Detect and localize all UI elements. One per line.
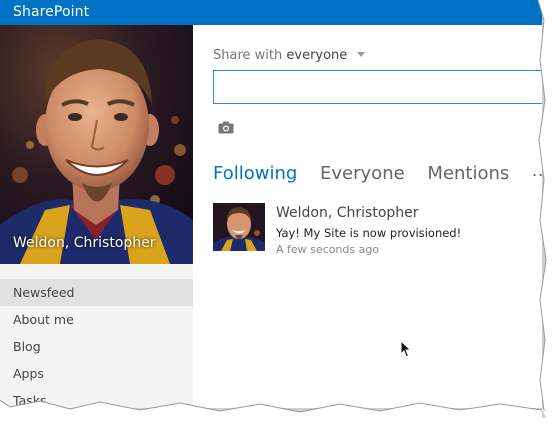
- profile-portrait-image: [0, 25, 193, 264]
- main-content: Share with everyone Following Everyone M…: [193, 25, 542, 408]
- feed-tabs: Following Everyone Mentions ...: [213, 161, 542, 184]
- suite-bar: SharePoint: [0, 0, 542, 25]
- tab-following[interactable]: Following: [213, 163, 297, 184]
- avatar[interactable]: [213, 203, 265, 251]
- profile-photo[interactable]: Weldon, Christopher: [0, 25, 193, 264]
- feed-timestamp[interactable]: A few seconds ago: [276, 243, 379, 256]
- cursor-icon: [400, 339, 412, 362]
- nav-item-apps[interactable]: Apps: [0, 360, 193, 387]
- share-prefix-label: Share with: [213, 48, 283, 63]
- camera-icon[interactable]: [218, 119, 234, 138]
- sharepoint-window: SharePoint Weldon, Christopher Newsfeed …: [0, 0, 542, 408]
- app-brand[interactable]: SharePoint: [13, 4, 89, 20]
- more-options-icon[interactable]: ...: [532, 161, 542, 180]
- nav-item-tasks[interactable]: Tasks: [0, 387, 193, 408]
- nav-item-newsfeed[interactable]: Newsfeed: [0, 279, 193, 306]
- feed-author-link[interactable]: Weldon, Christopher: [276, 205, 419, 221]
- tab-everyone[interactable]: Everyone: [320, 163, 405, 184]
- share-audience-selector[interactable]: Share with everyone: [213, 48, 366, 63]
- chevron-down-icon[interactable]: [357, 52, 366, 57]
- nav-item-blog[interactable]: Blog: [0, 333, 193, 360]
- feed-post-text: Yay! My Site is now provisioned!: [276, 226, 462, 240]
- post-input[interactable]: [213, 70, 542, 104]
- nav-item-about-me[interactable]: About me: [0, 306, 193, 333]
- quick-launch-nav: Newsfeed About me Blog Apps Tasks: [0, 279, 193, 408]
- tab-mentions[interactable]: Mentions: [427, 163, 509, 184]
- share-audience-value[interactable]: everyone: [286, 48, 347, 63]
- avatar-image: [213, 203, 265, 251]
- profile-name[interactable]: Weldon, Christopher: [13, 235, 156, 251]
- left-column: Weldon, Christopher Newsfeed About me Bl…: [0, 25, 193, 408]
